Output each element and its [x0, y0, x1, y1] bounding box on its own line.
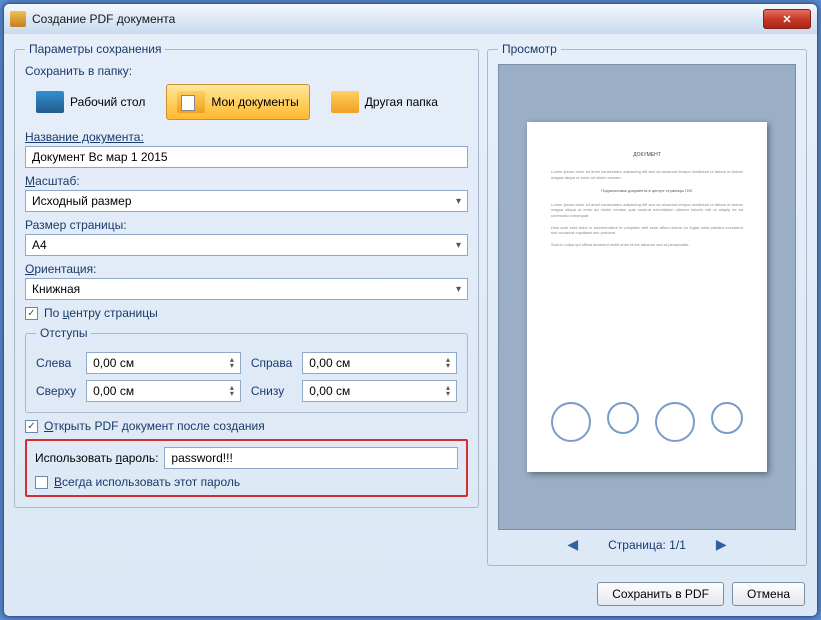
folder-other-label: Другая папка [365, 95, 438, 109]
folder-row: Рабочий стол Мои документы Другая папка [25, 84, 468, 120]
spinner-arrows-icon[interactable]: ▴▾ [446, 385, 450, 397]
orient-value: Книжная [32, 282, 80, 296]
center-checkbox-row[interactable]: ✓ По центру страницы [25, 306, 468, 320]
app-icon [10, 11, 26, 27]
password-label: Использовать пароль: [35, 451, 158, 465]
pagesize-combo[interactable]: A4 ▾ [25, 234, 468, 256]
margin-left-label: Слева [36, 356, 76, 370]
margin-top-input[interactable]: 0,00 см ▴▾ [86, 380, 241, 402]
pager: ◀ Страница: 1/1 ▶ [498, 530, 796, 555]
save-to-label: Сохранить в папку: [25, 64, 468, 78]
margin-right-input[interactable]: 0,00 см ▴▾ [302, 352, 457, 374]
folder-mydocs[interactable]: Мои документы [166, 84, 309, 120]
folder-desktop[interactable]: Рабочий стол [25, 84, 156, 120]
orient-combo[interactable]: Книжная ▾ [25, 278, 468, 300]
preview-legend: Просмотр [498, 42, 561, 56]
mydocs-icon [177, 91, 205, 113]
cancel-button[interactable]: Отмена [732, 582, 805, 606]
close-button[interactable]: ✕ [763, 9, 811, 29]
folder-icon [331, 91, 359, 113]
desktop-icon [36, 91, 64, 113]
margin-left-input[interactable]: 0,00 см ▴▾ [86, 352, 241, 374]
content-area: Параметры сохранения Сохранить в папку: … [4, 34, 817, 574]
margin-top-label: Сверху [36, 384, 76, 398]
always-password-checkbox[interactable] [35, 476, 48, 489]
spinner-arrows-icon[interactable]: ▴▾ [230, 357, 234, 369]
docname-label: Название документа: [25, 130, 468, 144]
folder-desktop-label: Рабочий стол [70, 95, 145, 109]
open-after-checkbox-row[interactable]: ✓ Открыть PDF документ после создания [25, 419, 468, 433]
right-column: Просмотр ДОКУМЕНТ Lorem ipsum dolor sit … [487, 42, 807, 566]
password-box: Использовать пароль: password!!! Всегда … [25, 439, 468, 497]
left-column: Параметры сохранения Сохранить в папку: … [14, 42, 479, 566]
chevron-down-icon: ▾ [456, 196, 461, 207]
pagesize-label: Размер страницы: [25, 218, 468, 232]
margin-bottom-label: Снизу [251, 384, 292, 398]
folder-mydocs-label: Мои документы [211, 95, 298, 109]
save-params-legend: Параметры сохранения [25, 42, 165, 56]
titlebar[interactable]: Создание PDF документа ✕ [4, 4, 817, 34]
scale-label: Масштаб: [25, 174, 468, 188]
folder-other[interactable]: Другая папка [320, 84, 449, 120]
spinner-arrows-icon[interactable]: ▴▾ [446, 357, 450, 369]
password-input[interactable]: password!!! [164, 447, 458, 469]
window-title: Создание PDF документа [32, 12, 763, 26]
save-pdf-button[interactable]: Сохранить в PDF [597, 582, 724, 606]
page-indicator: Страница: 1/1 [608, 538, 686, 552]
margin-right-label: Справа [251, 356, 292, 370]
stamp-icon [711, 402, 743, 434]
preview-page: ДОКУМЕНТ Lorem ipsum dolor sit amet cons… [527, 122, 767, 472]
docname-value: Документ Вс мар 1 2015 [32, 150, 168, 164]
open-after-label: Открыть PDF документ после создания [44, 419, 265, 433]
dialog-window: Создание PDF документа ✕ Параметры сохра… [3, 3, 818, 617]
orient-label: Ориентация: [25, 262, 468, 276]
open-after-checkbox[interactable]: ✓ [25, 420, 38, 433]
center-checkbox[interactable]: ✓ [25, 307, 38, 320]
scale-value: Исходный размер [32, 194, 132, 208]
stamp-icon [607, 402, 639, 434]
password-value: password!!! [171, 451, 232, 465]
prev-page-button[interactable]: ◀ [567, 536, 578, 553]
next-page-button[interactable]: ▶ [716, 536, 727, 553]
chevron-down-icon: ▾ [456, 284, 461, 295]
margins-fieldset: Отступы Слева 0,00 см ▴▾ Справа 0,00 см … [25, 326, 468, 413]
margins-legend: Отступы [36, 326, 91, 340]
always-password-label: Всегда использовать этот пароль [54, 475, 240, 489]
preview-fieldset: Просмотр ДОКУМЕНТ Lorem ipsum dolor sit … [487, 42, 807, 566]
stamp-icon [655, 402, 695, 442]
footer: Сохранить в PDF Отмена [4, 574, 817, 616]
scale-combo[interactable]: Исходный размер ▾ [25, 190, 468, 212]
chevron-down-icon: ▾ [456, 240, 461, 251]
pagesize-value: A4 [32, 238, 47, 252]
spinner-arrows-icon[interactable]: ▴▾ [230, 385, 234, 397]
stamp-icon [551, 402, 591, 442]
preview-area: ДОКУМЕНТ Lorem ipsum dolor sit amet cons… [498, 64, 796, 530]
margin-bottom-input[interactable]: 0,00 см ▴▾ [302, 380, 457, 402]
save-params-fieldset: Параметры сохранения Сохранить в папку: … [14, 42, 479, 508]
center-label: По центру страницы [44, 306, 158, 320]
always-password-row[interactable]: Всегда использовать этот пароль [35, 475, 458, 489]
docname-input[interactable]: Документ Вс мар 1 2015 [25, 146, 468, 168]
